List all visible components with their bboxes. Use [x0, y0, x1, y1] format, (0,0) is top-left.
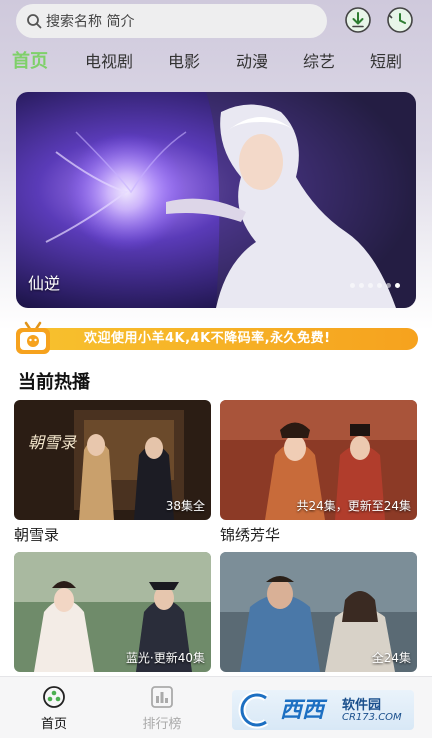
banner-pagination [350, 283, 400, 288]
home-icon [43, 686, 65, 708]
tab-short-drama[interactable]: 短剧 [370, 48, 402, 76]
video-title[interactable]: 朝雪录 [14, 524, 59, 545]
watermark-logo: 西西 软件园 CR173.COM [232, 690, 414, 730]
pagination-dot [359, 283, 364, 288]
watermark-brand: 西西 [280, 698, 325, 723]
banner-image [16, 92, 416, 308]
announcement-banner[interactable]: 欢迎使用小羊4K,4K不降码率,永久免费! [14, 320, 418, 356]
video-card[interactable]: 共24集，更新至24集 [220, 400, 417, 520]
pagination-dot [350, 283, 355, 288]
search-input[interactable]: 搜索名称 简介 [16, 4, 327, 38]
pagination-dot [368, 283, 373, 288]
tab-anime[interactable]: 动漫 [236, 48, 268, 76]
announcement-text: 欢迎使用小羊4K,4K不降码率,永久免费! [84, 331, 331, 346]
pagination-dot [386, 283, 391, 288]
nav-home[interactable]: 首页 [24, 685, 84, 732]
banner-title: 仙逆 [28, 274, 61, 293]
video-card[interactable]: 蓝光·更新40集 [14, 552, 211, 672]
pagination-dot [377, 283, 382, 288]
tab-tv-series[interactable]: 电视剧 [85, 48, 133, 76]
category-tabs: 首页 电视剧 电影 动漫 综艺 短剧 [0, 48, 432, 78]
svg-text:朝雪录: 朝雪录 [28, 433, 77, 452]
video-title[interactable]: 锦绣芳华 [220, 524, 280, 545]
episode-count: 38集全 [165, 499, 205, 513]
video-card[interactable]: 朝雪录 38集全 [14, 400, 211, 520]
search-icon [27, 14, 42, 29]
video-card[interactable]: 全24集 [220, 552, 417, 672]
tab-movies[interactable]: 电影 [168, 48, 200, 76]
episode-count: 共24集，更新至24集 [296, 499, 411, 513]
episode-count: 蓝光·更新40集 [125, 651, 205, 665]
download-icon[interactable] [344, 6, 372, 34]
featured-banner[interactable]: 仙逆 [16, 92, 416, 308]
watermark-c-icon [238, 691, 269, 729]
pagination-dot-active [395, 283, 400, 288]
episode-count: 全24集 [371, 651, 411, 665]
ranking-icon [151, 686, 173, 708]
watermark-sub: 软件园 [342, 698, 382, 713]
watermark-url: CR173.COM [342, 712, 402, 723]
history-icon[interactable] [386, 6, 414, 34]
nav-ranking[interactable]: 排行榜 [132, 685, 192, 732]
search-placeholder: 搜索名称 简介 [46, 14, 135, 30]
tab-home[interactable]: 首页 [12, 48, 48, 76]
tab-variety[interactable]: 综艺 [303, 48, 335, 76]
nav-home-label: 首页 [40, 717, 67, 732]
nav-ranking-label: 排行榜 [142, 717, 182, 732]
section-title: 当前热播 [18, 372, 90, 393]
tv-mascot-icon [16, 321, 50, 354]
